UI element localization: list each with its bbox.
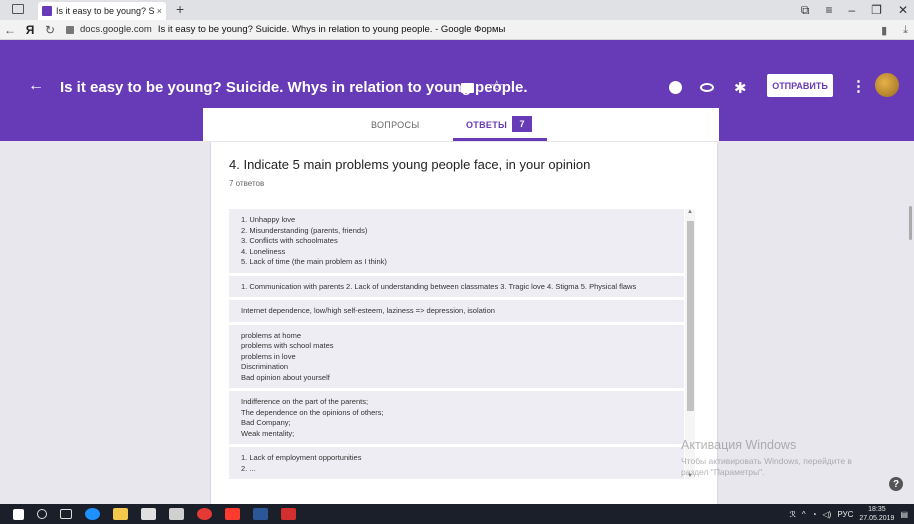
back-arrow-icon[interactable]: ← xyxy=(28,77,44,95)
scroll-thumb[interactable] xyxy=(687,221,694,411)
send-button[interactable]: ОТПРАВИТЬ xyxy=(767,74,833,97)
task-view-icon[interactable] xyxy=(60,509,72,519)
menu-icon[interactable]: ≡ xyxy=(825,3,832,17)
answers-count-badge: 7 xyxy=(512,116,532,132)
tab-questions[interactable]: ВОПРОСЫ xyxy=(371,120,420,130)
palette-icon[interactable] xyxy=(669,81,682,94)
activation-watermark-text: Чтобы активировать Windows, перейдите в … xyxy=(681,456,852,478)
clock[interactable]: 18:35 27.05.2019 xyxy=(859,505,894,523)
file-explorer-icon[interactable] xyxy=(113,508,128,520)
avatar[interactable] xyxy=(875,73,899,97)
form-tabs: ВОПРОСЫ ОТВЕТЫ 7 xyxy=(203,108,719,141)
yandex-logo[interactable]: Я xyxy=(20,23,40,37)
response-item: 1. Lack of employment opportunities 2. .… xyxy=(229,447,684,479)
close-window-icon[interactable]: ✕ xyxy=(898,3,908,17)
activation-watermark-line: Чтобы активировать Windows, перейдите в xyxy=(681,456,852,466)
download-icon[interactable]: ⤓ xyxy=(903,24,908,37)
search-icon[interactable] xyxy=(37,509,47,519)
reload-icon[interactable]: ↻ xyxy=(40,23,60,37)
response-item: Internet dependence, low/high self-estee… xyxy=(229,300,684,322)
edge-browser-icon[interactable] xyxy=(85,508,100,520)
tray-arrow-icon[interactable]: ^ xyxy=(802,510,806,519)
help-icon[interactable]: ? xyxy=(889,477,903,491)
preview-eye-icon[interactable] xyxy=(700,83,714,92)
mail-icon[interactable] xyxy=(169,508,184,520)
response-list[interactable]: 1. Unhappy love 2. Misunderstanding (par… xyxy=(229,209,696,484)
folder-icon[interactable] xyxy=(461,83,474,93)
forms-favicon-icon xyxy=(42,6,52,16)
bookmark-icon[interactable]: ▮ xyxy=(881,24,887,37)
browser-tabbar: Is it easy to be young? S × + ⧉ ≡ – ❐ ✕ xyxy=(0,0,914,20)
window-controls: ⧉ ≡ – ❐ ✕ xyxy=(801,0,908,20)
more-vert-icon[interactable]: ⋮ xyxy=(851,77,866,95)
clock-time: 18:35 xyxy=(868,506,886,513)
word-icon[interactable] xyxy=(253,508,268,520)
browser-tab[interactable]: Is it easy to be young? S × xyxy=(38,2,166,20)
activation-watermark-title: Активация Windows xyxy=(681,438,797,452)
address-bar: ← Я ↻ docs.google.com Is it easy to be y… xyxy=(0,20,914,40)
restore-icon[interactable]: ❐ xyxy=(871,3,882,17)
form-title[interactable]: Is it easy to be young? Suicide. Whys in… xyxy=(60,79,528,96)
settings-gear-icon[interactable]: ✱ xyxy=(734,79,747,97)
sidebar-toggle-icon[interactable] xyxy=(12,4,24,14)
star-icon[interactable]: ☆ xyxy=(490,77,503,95)
tab-title: Is it easy to be young? S xyxy=(56,6,155,16)
clock-date: 27.05.2019 xyxy=(859,515,895,522)
active-tab-indicator xyxy=(453,138,547,141)
acrobat-icon[interactable] xyxy=(281,508,296,520)
response-item: Indifference on the part of the parents;… xyxy=(229,391,684,444)
store-icon[interactable] xyxy=(141,508,156,520)
address-actions: ▮ ⤓ xyxy=(881,20,908,40)
system-tray: ℛ ^ ◔ ◁) РУС 18:35 27.05.2019 ▤ xyxy=(790,504,914,524)
yandex-browser-icon[interactable] xyxy=(225,508,240,520)
notifications-icon[interactable]: ▤ xyxy=(900,510,908,519)
windows-taskbar: ℛ ^ ◔ ◁) РУС 18:35 27.05.2019 ▤ xyxy=(0,504,914,524)
tab-answers[interactable]: ОТВЕТЫ xyxy=(466,120,507,130)
response-item: problems at home problems with school ma… xyxy=(229,324,684,388)
people-icon[interactable]: ℛ xyxy=(790,510,796,519)
minimize-icon[interactable]: – xyxy=(848,3,855,17)
language-indicator[interactable]: РУС xyxy=(837,510,853,519)
volume-icon[interactable]: ◁) xyxy=(823,510,832,519)
tab-close-icon[interactable]: × xyxy=(157,6,162,16)
new-tab-button[interactable]: + xyxy=(176,1,184,17)
opera-icon[interactable] xyxy=(197,508,212,520)
back-icon[interactable]: ← xyxy=(0,23,20,37)
network-icon[interactable]: ◔ xyxy=(812,510,817,519)
question-summary-card: 4. Indicate 5 main problems young people… xyxy=(211,142,717,504)
question-title: 4. Indicate 5 main problems young people… xyxy=(229,157,591,172)
url-domain[interactable]: docs.google.com xyxy=(80,24,152,35)
response-count: 7 ответов xyxy=(229,179,265,188)
start-windows-icon[interactable] xyxy=(13,508,24,520)
lock-icon xyxy=(66,25,74,34)
url-page-title[interactable]: Is it easy to be young? Suicide. Whys in… xyxy=(158,24,505,35)
scroll-up-icon[interactable]: ▲ xyxy=(687,209,693,215)
page-scrollbar-thumb[interactable] xyxy=(909,206,912,240)
activation-watermark-line: раздел "Параметры". xyxy=(681,467,765,477)
response-item: 1. Communication with parents 2. Lack of… xyxy=(229,275,684,297)
response-item: 1. Unhappy love 2. Misunderstanding (par… xyxy=(229,209,684,273)
bookmarks-icon[interactable]: ⧉ xyxy=(801,3,810,18)
